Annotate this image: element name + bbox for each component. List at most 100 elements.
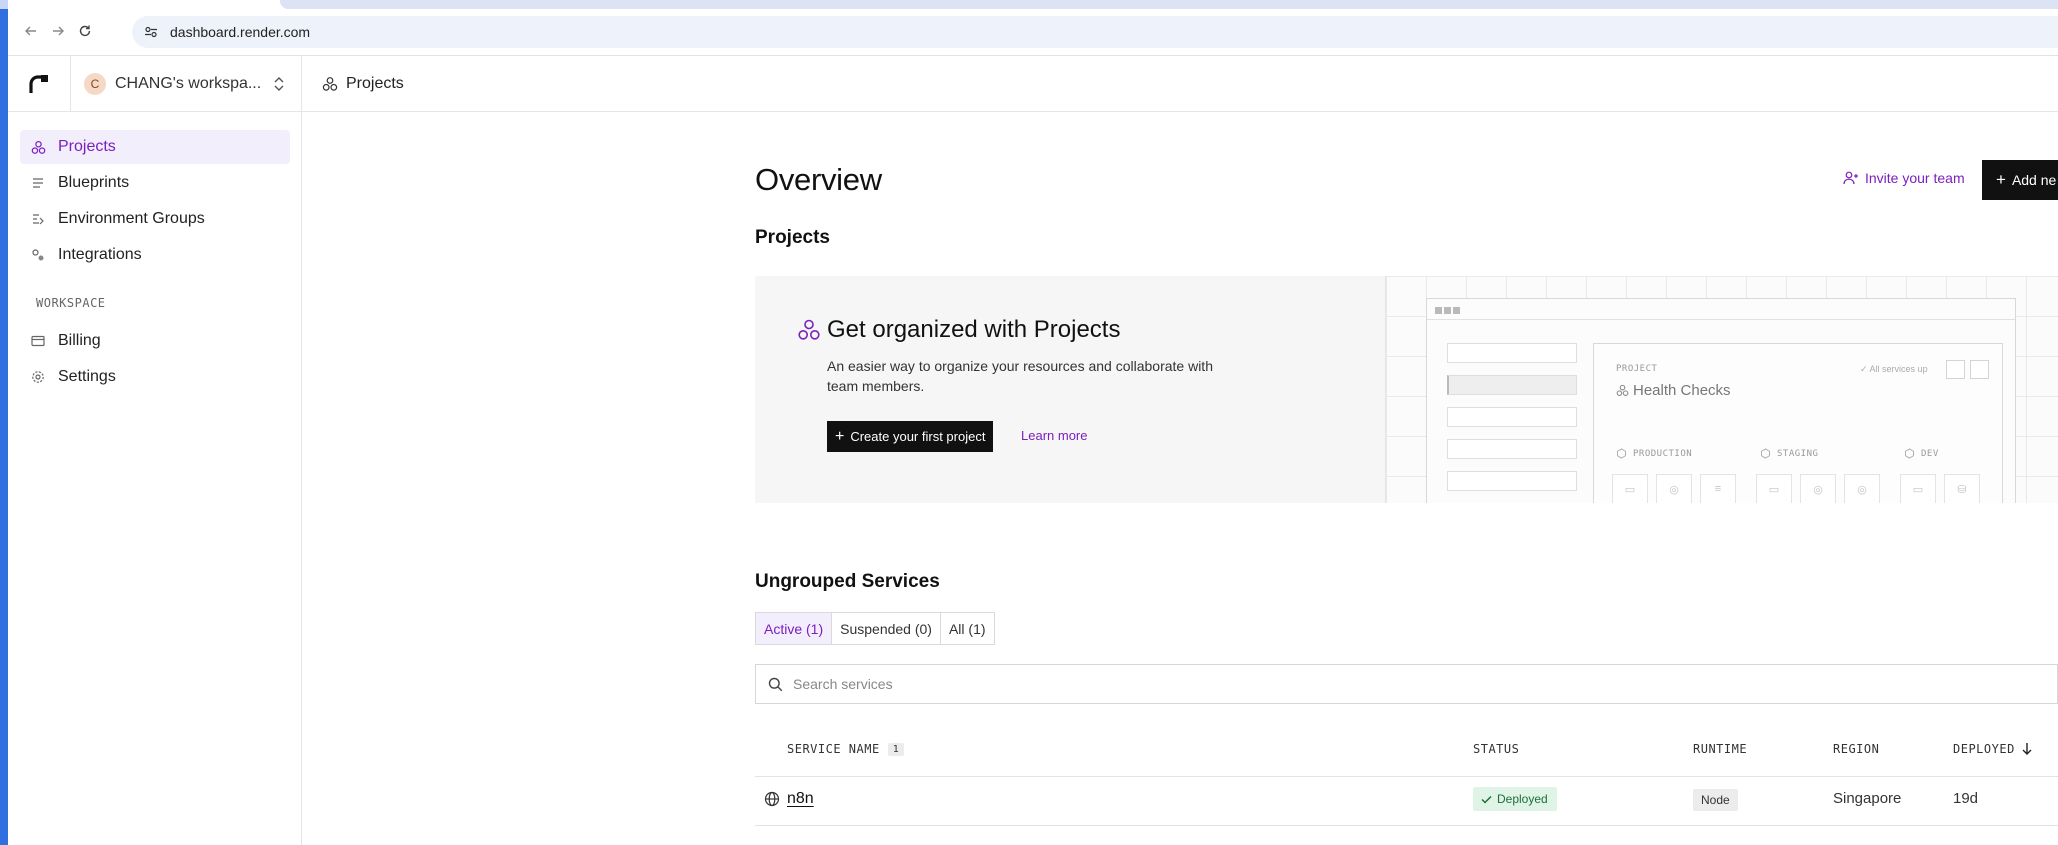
illustration-tile: ▭ (1756, 474, 1792, 503)
illustration-sidebar-bar (1447, 343, 1577, 363)
projects-icon (30, 139, 46, 155)
sidebar-item-projects[interactable]: Projects (20, 130, 290, 164)
sidebar: C CHANG's workspa... Projects Blueprints… (8, 56, 302, 845)
sidebar-item-label: Integrations (58, 246, 142, 263)
site-settings-icon[interactable] (144, 25, 158, 39)
promo-title: Get organized with Projects (827, 316, 1121, 343)
illustration-sidebar-bar (1447, 375, 1577, 395)
invite-team-label: Invite your team (1865, 170, 1965, 186)
sidebar-item-integrations[interactable]: Integrations (20, 238, 290, 272)
tab-suspended[interactable]: Suspended (0) (832, 613, 941, 644)
column-header-runtime[interactable]: RUNTIME (1693, 742, 1747, 756)
service-name-link[interactable]: n8n (787, 790, 814, 808)
sidebar-item-label: Environment Groups (58, 210, 205, 227)
integrations-icon (30, 247, 46, 263)
chevron-up-down-icon (274, 77, 284, 91)
blueprints-icon (30, 175, 46, 191)
page-title: Overview (755, 162, 882, 197)
illustration-sidebar-bar (1447, 407, 1577, 427)
render-logo-icon[interactable] (27, 72, 51, 96)
illustration-tile: ◎ (1656, 474, 1692, 503)
illustration-status: ✓ All services up (1860, 364, 1928, 374)
illustration-env-production: PRODUCTION (1616, 448, 1692, 459)
sidebar-item-environment-groups[interactable]: Environment Groups (20, 202, 290, 236)
illustration-env-staging: STAGING (1760, 448, 1818, 459)
search-input[interactable] (793, 676, 1393, 692)
globe-icon (764, 791, 780, 807)
column-header-status[interactable]: STATUS (1473, 742, 1519, 756)
add-new-label: Add ne (2011, 172, 2057, 188)
deployed-value: 19d (1953, 790, 1979, 807)
back-button[interactable] (20, 20, 42, 42)
check-icon (1481, 795, 1492, 804)
browser-chrome: dashboard.render.com (8, 0, 2058, 56)
illustration-tile: ≡ (1700, 474, 1736, 503)
forward-arrow-icon (53, 26, 64, 36)
search-icon (768, 677, 783, 691)
illustration-tile: ▭ (1612, 474, 1648, 503)
sidebar-item-settings[interactable]: Settings (20, 360, 290, 394)
column-header-service-name[interactable]: SERVICE NAME 1 (787, 742, 905, 756)
tab-active[interactable]: Active (1) (756, 613, 833, 644)
table-divider (755, 825, 2058, 826)
left-edge-strip (0, 0, 8, 845)
status-badge: Deployed (1473, 787, 1557, 811)
illustration-sidebar-bar (1447, 471, 1577, 491)
top-bar: Projects (302, 56, 2058, 112)
illustration-project-label: PROJECT (1616, 364, 1658, 374)
hexagon-icon (1905, 448, 1914, 459)
reload-button[interactable] (74, 20, 96, 42)
address-url: dashboard.render.com (170, 24, 311, 40)
table-divider (755, 776, 2058, 777)
workspace-switcher[interactable]: C CHANG's workspa... (84, 70, 294, 98)
ungrouped-services-heading: Ungrouped Services (755, 571, 940, 592)
projects-icon (322, 76, 338, 91)
illustration-window: PROJECT Health Checks ✓ All services up … (1426, 298, 2016, 503)
illustration-tile: ⛁ (1944, 474, 1980, 503)
sidebar-item-label: Blueprints (58, 174, 130, 191)
plus-icon: + (1996, 170, 2006, 189)
illustration-env-dev: DEV (1904, 448, 1939, 459)
learn-more-link[interactable]: Learn more (1021, 428, 1087, 443)
service-filter-tabs: Active (1) Suspended (0) All (1) (755, 612, 995, 645)
column-header-deployed[interactable]: DEPLOYED (1953, 742, 2033, 756)
illustration-tile: ▭ (1900, 474, 1936, 503)
address-bar[interactable]: dashboard.render.com (132, 16, 2058, 48)
primary-nav: Projects Blueprints Environment Groups I… (20, 130, 290, 274)
window-dots (1435, 307, 1460, 314)
hexagon-icon (1761, 448, 1770, 459)
projects-icon (798, 319, 820, 340)
illustration-tile: ◎ (1800, 474, 1836, 503)
column-header-region[interactable]: REGION (1833, 742, 1879, 756)
settings-icon (30, 369, 46, 385)
logo-divider (70, 56, 71, 112)
workspace-nav: Billing Settings (20, 324, 290, 396)
runtime-badge: Node (1693, 789, 1738, 811)
search-box (755, 664, 2058, 704)
sidebar-item-blueprints[interactable]: Blueprints (20, 166, 290, 200)
projects-illustration: PROJECT Health Checks ✓ All services up … (1385, 276, 2058, 503)
projects-heading: Projects (755, 227, 830, 248)
brand-row: C CHANG's workspa... (8, 56, 302, 112)
sidebar-item-label: Billing (58, 332, 101, 349)
projects-promo-card: Get organized with Projects An easier wa… (755, 276, 2058, 503)
sidebar-item-label: Settings (58, 368, 116, 385)
create-first-project-button[interactable]: + Create your first project (827, 421, 994, 452)
tab-all[interactable]: All (1) (941, 613, 994, 644)
region-value: Singapore (1833, 790, 1902, 807)
illustration-sidebar-bar (1447, 439, 1577, 459)
sidebar-item-billing[interactable]: Billing (20, 324, 290, 358)
invite-team-link[interactable]: Invite your team (1843, 170, 1965, 186)
illustration-project-title: Health Checks (1616, 382, 1731, 399)
workspace-name: CHANG's workspa... (115, 75, 262, 92)
forward-button[interactable] (47, 20, 69, 42)
create-first-project-label: Create your first project (850, 429, 986, 444)
illustration-tile: ◎ (1844, 474, 1880, 503)
back-arrow-icon (25, 26, 36, 36)
service-count-badge: 1 (887, 742, 905, 756)
add-new-button[interactable]: + Add ne (1982, 160, 2058, 200)
breadcrumb[interactable]: Projects (346, 75, 404, 93)
browser-tab-strip (280, 0, 2058, 9)
workspace-section-label: WORKSPACE (36, 296, 106, 310)
hexagon-icon (1617, 448, 1626, 459)
